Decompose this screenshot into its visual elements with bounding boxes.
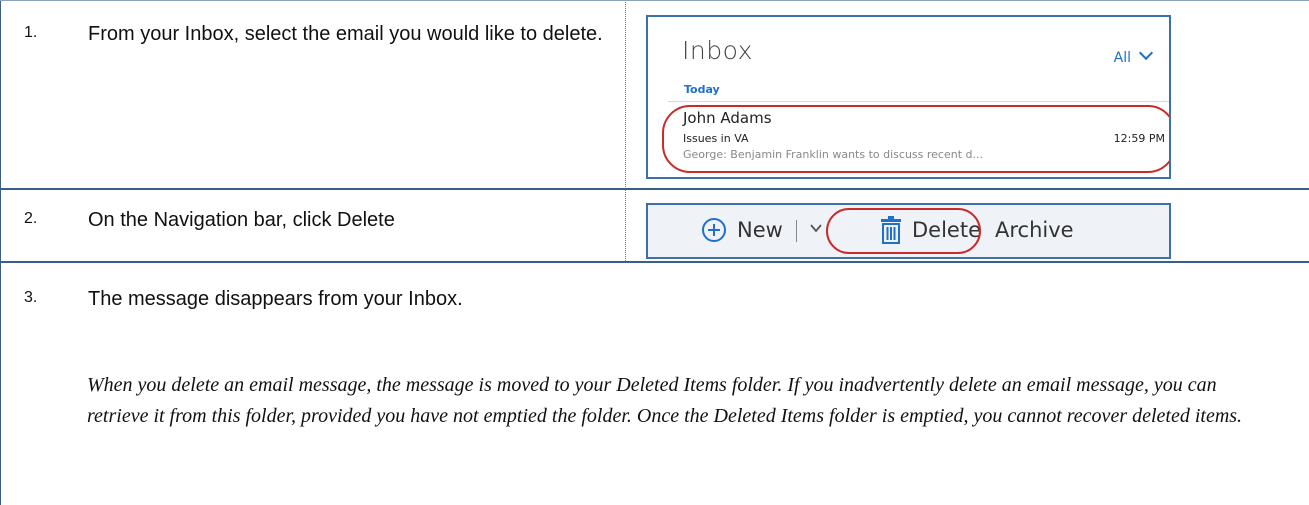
step-2-text: On the Navigation bar, click Delete xyxy=(88,209,395,231)
step-1-text: From your Inbox, select the email you wo… xyxy=(88,23,603,45)
step-3-number: 3. xyxy=(24,289,38,306)
inbox-filter[interactable]: All xyxy=(1113,45,1154,66)
chevron-down-icon xyxy=(1138,45,1154,61)
new-label: New xyxy=(737,218,783,242)
inbox-divider xyxy=(668,101,1169,102)
note-paragraph: When you delete an email message, the me… xyxy=(87,374,1243,427)
table-left-border xyxy=(0,0,1,505)
highlight-circle xyxy=(826,208,981,254)
inbox-title: Inbox xyxy=(682,36,753,65)
toolbar-screenshot: New Delete Archive xyxy=(646,203,1171,259)
plus-circle-icon xyxy=(702,218,726,242)
step-1-number: 1. xyxy=(24,24,38,41)
step-3-text: The message disappears from your Inbox. xyxy=(88,288,463,310)
inbox-group-header: Today xyxy=(684,83,720,96)
chevron-down-icon[interactable] xyxy=(809,221,823,235)
step-2-number: 2. xyxy=(24,210,38,227)
table-top-border xyxy=(0,0,1309,1)
archive-button[interactable]: Archive xyxy=(995,218,1074,242)
inbox-screenshot: Inbox All Today John Adams Issues in VA … xyxy=(646,15,1171,179)
highlight-circle xyxy=(662,105,1169,173)
inbox-filter-label: All xyxy=(1113,50,1131,66)
toolbar-separator xyxy=(796,220,797,242)
row-divider-2 xyxy=(0,261,1309,263)
row-divider-1 xyxy=(0,188,1309,190)
table-column-divider xyxy=(625,0,626,261)
